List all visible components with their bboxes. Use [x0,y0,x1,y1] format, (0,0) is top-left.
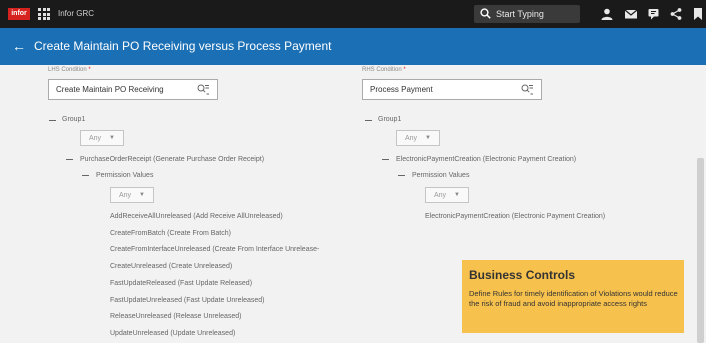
global-search[interactable]: Start Typing [474,5,580,23]
bookmark-icon[interactable] [692,7,706,21]
lhs-permission-item: ReleaseUnreleased (Release Unreleased) [110,313,242,320]
rhs-condition-label: RHS Condition * [362,67,406,73]
rhs-permission-label: Permission Values [412,172,470,179]
business-controls-callout: Business Controls Define Rules for timel… [462,260,684,333]
collapse-group-icon[interactable] [365,120,372,121]
page-title: Create Maintain PO Receiving versus Proc… [34,39,332,53]
collapse-group-icon[interactable] [49,120,56,121]
user-icon[interactable] [600,7,614,21]
caret-down-icon: ▼ [109,135,115,141]
rhs-condition-field[interactable]: Process Payment [362,79,542,100]
page-header: ← Create Maintain PO Receiving versus Pr… [0,28,706,65]
rhs-group-label: Group1 [378,116,402,123]
rhs-object-label: ElectronicPaymentCreation (Electronic Pa… [396,156,577,163]
mail-icon[interactable] [624,7,638,21]
rhs-condition-value: Process Payment [370,85,433,94]
caret-down-icon: ▼ [454,192,460,198]
callout-title: Business Controls [469,268,576,282]
collapse-permission-icon[interactable] [82,175,89,176]
lhs-permission-item: FastUpdateUnreleased (Fast Update Unrele… [110,297,265,304]
rhs-group-any-select[interactable]: Any ▼ [396,130,440,146]
app-name: Infor GRC [58,9,95,18]
collapse-object-icon[interactable] [382,159,389,160]
collapse-permission-icon[interactable] [398,175,405,176]
rhs-permission-any-select[interactable]: Any ▼ [425,187,469,203]
callout-body: Define Rules for timely identification o… [469,289,678,308]
search-placeholder: Start Typing [496,9,544,19]
lhs-group-label: Group1 [62,116,86,123]
lhs-object-label: PurchaseOrderReceipt (Generate Purchase … [80,156,265,163]
chat-icon[interactable] [647,7,661,21]
search-list-icon[interactable] [197,84,209,95]
search-list-icon[interactable] [521,84,533,95]
infor-logo[interactable]: infor [8,8,30,20]
app-grid-icon[interactable] [38,8,50,20]
lhs-permission-item: CreateUnreleased (Create Unreleased) [110,263,233,270]
collapse-object-icon[interactable] [66,159,73,160]
caret-down-icon: ▼ [139,192,145,198]
lhs-condition-label: LHS Condition * [48,67,91,73]
caret-down-icon: ▼ [425,135,431,141]
vertical-scrollbar[interactable] [697,158,704,343]
back-arrow-icon[interactable]: ← [12,38,26,54]
lhs-permission-label: Permission Values [96,172,154,179]
top-bar: infor Infor GRC Start Typing [0,0,706,28]
search-icon [480,8,491,19]
lhs-permission-item: UpdateUnreleased (Update Unreleased) [110,330,236,337]
lhs-permission-item: CreateFromBatch (Create From Batch) [110,230,231,237]
lhs-permission-item: CreateFromInterfaceUnreleased (Create Fr… [110,246,320,253]
lhs-permission-item: FastUpdateReleased (Fast Update Released… [110,280,253,287]
lhs-group-any-select[interactable]: Any ▼ [80,130,124,146]
lhs-permission-any-select[interactable]: Any ▼ [110,187,154,203]
share-icon[interactable] [669,7,683,21]
lhs-permission-item: AddReceiveAllUnreleased (Add Receive All… [110,213,283,220]
lhs-condition-field[interactable]: Create Maintain PO Receiving [48,79,218,100]
rhs-permission-item: ElectronicPaymentCreation (Electronic Pa… [425,213,606,220]
lhs-condition-value: Create Maintain PO Receiving [56,85,164,94]
